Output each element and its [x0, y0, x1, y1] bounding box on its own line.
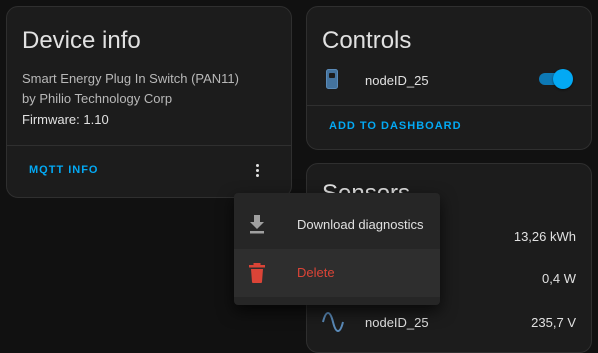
plug-switch-icon[interactable] [326, 69, 338, 94]
trash-icon [248, 263, 266, 288]
control-entity-label[interactable]: nodeID_25 [365, 73, 429, 88]
sensor-energy-value[interactable]: 13,26 kWh [514, 229, 576, 244]
sine-wave-icon[interactable] [322, 312, 344, 337]
device-info-title: Device info [22, 27, 141, 54]
device-context-menu: Download diagnostics Delete [234, 193, 440, 305]
card-divider [307, 105, 591, 106]
device-manufacturer: by Philio Technology Corp [22, 91, 173, 106]
sensor-power-value[interactable]: 0,4 W [542, 271, 576, 286]
firmware-version: Firmware: 1.10 [22, 112, 109, 127]
sensor-voltage-label[interactable]: nodeID_25 [365, 315, 429, 330]
menu-item-label: Download diagnostics [297, 217, 424, 232]
add-to-dashboard-button[interactable]: ADD TO DASHBOARD [329, 120, 462, 132]
menu-item-label: Delete [297, 265, 335, 280]
sensor-voltage-value[interactable]: 235,7 V [531, 315, 576, 330]
dots-vertical-icon[interactable] [247, 157, 267, 183]
mqtt-info-button[interactable]: MQTT INFO [29, 164, 99, 176]
card-divider [7, 145, 291, 146]
controls-card: Controls nodeID_25 ADD TO DASHBOARD [306, 6, 592, 150]
menu-item-delete[interactable]: Delete [234, 249, 440, 297]
device-model-info: Smart Energy Plug In Switch (PAN11) by P… [22, 69, 239, 109]
device-model-name: Smart Energy Plug In Switch (PAN11) [22, 71, 239, 86]
toggle-thumb [553, 69, 573, 89]
switch-toggle[interactable] [537, 69, 573, 89]
menu-item-download-diagnostics[interactable]: Download diagnostics [234, 201, 440, 249]
device-info-card: Device info Smart Energy Plug In Switch … [6, 6, 292, 198]
download-icon [248, 215, 266, 240]
controls-title: Controls [322, 27, 412, 54]
